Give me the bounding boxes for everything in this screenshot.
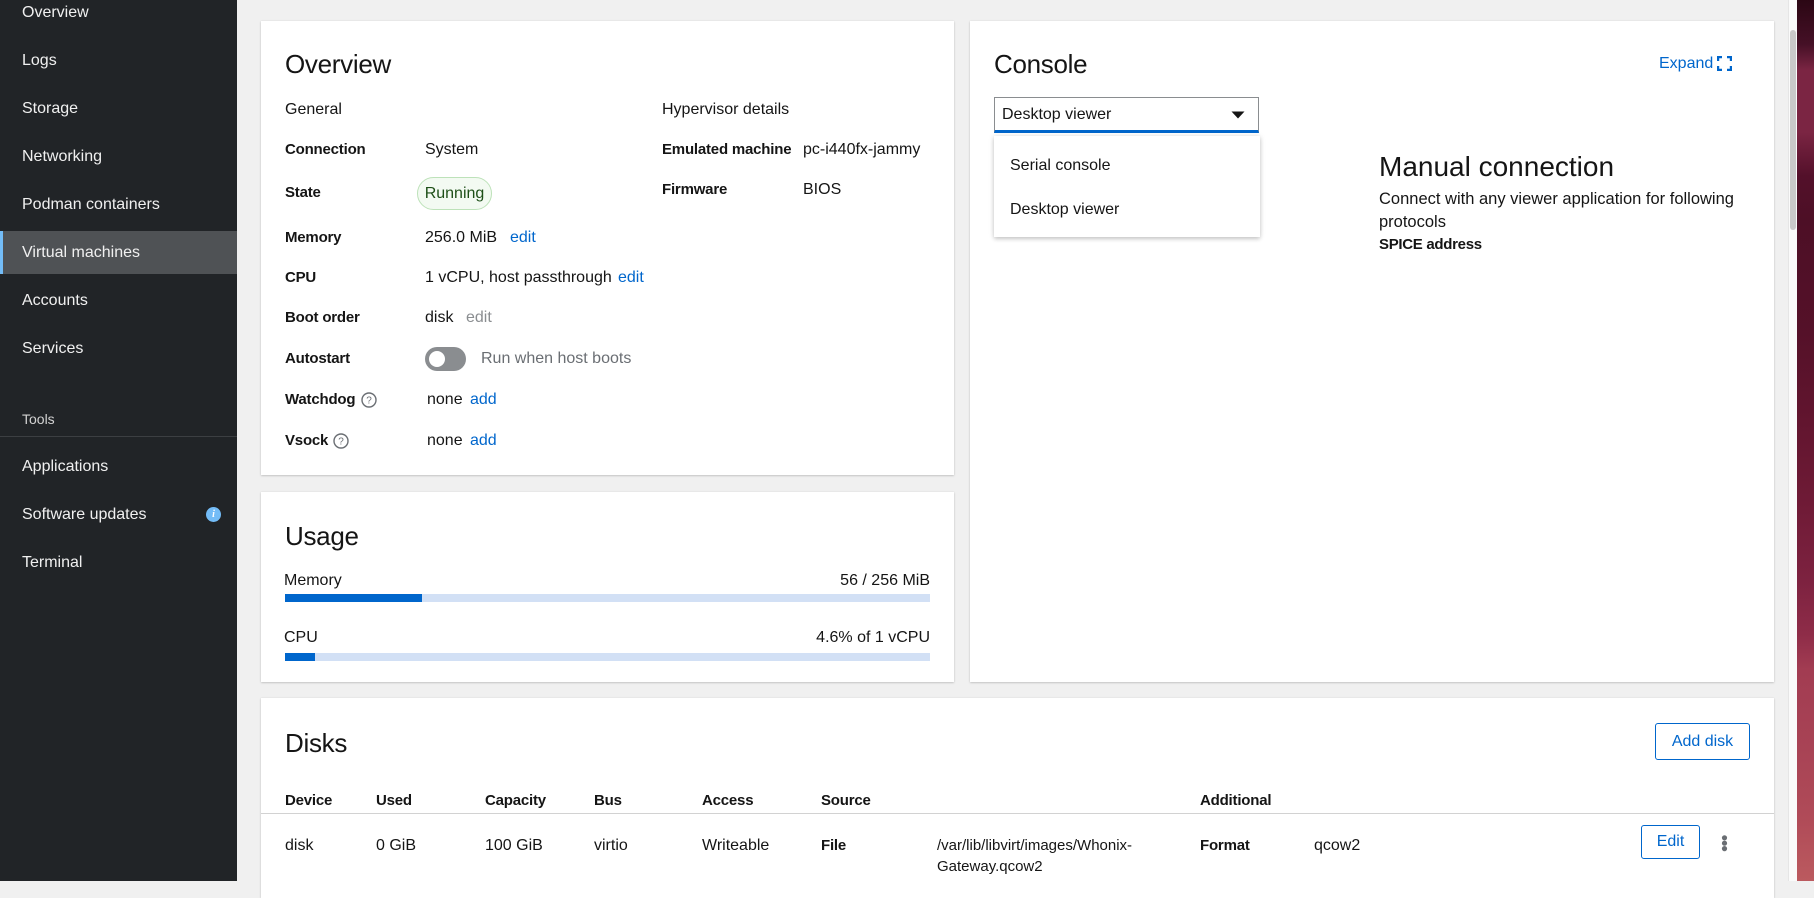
svg-text:?: ?: [338, 437, 344, 448]
svg-text:?: ?: [366, 396, 372, 407]
